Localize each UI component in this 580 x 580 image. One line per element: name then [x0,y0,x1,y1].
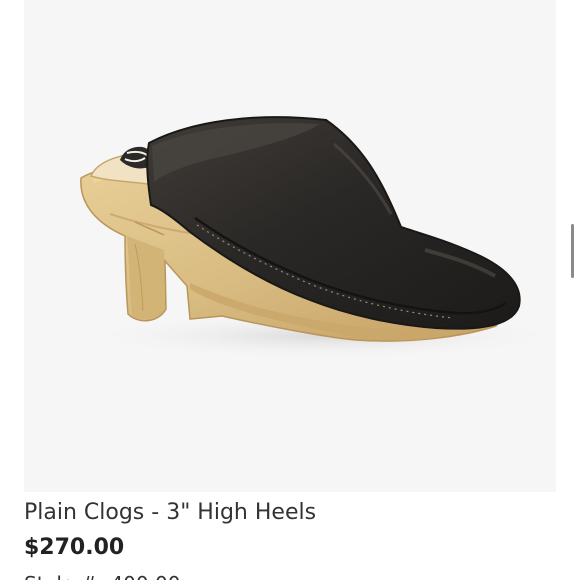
clog-illustration [24,0,556,492]
product-page: Plain Clogs - 3" High Heels $270.00 Styl… [0,0,580,580]
scrollbar-thumb[interactable] [571,224,574,278]
product-style-label: Style #: 400.00 [24,572,180,580]
product-title: Plain Clogs - 3" High Heels [24,500,317,525]
product-image[interactable] [24,0,556,492]
product-price: $270.00 [24,535,125,560]
